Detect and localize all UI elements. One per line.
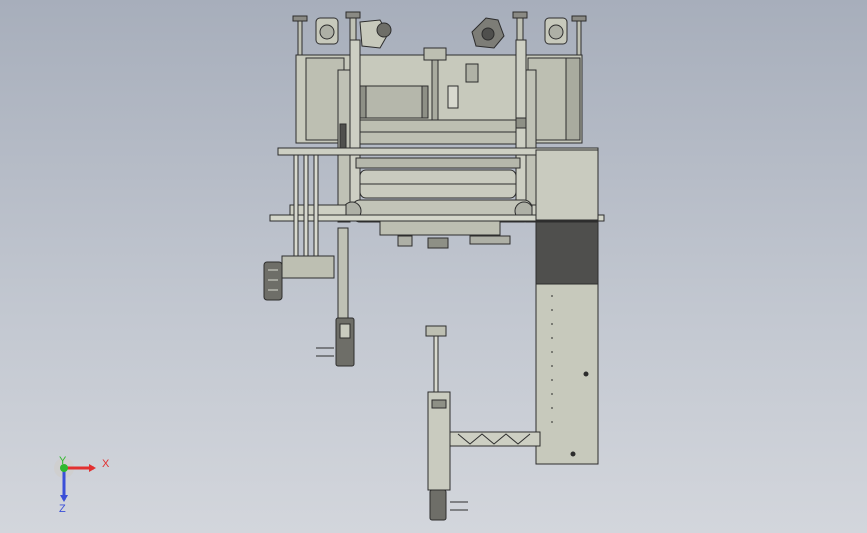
lower-actuator[interactable] <box>425 325 541 521</box>
triad-x-label: X <box>102 458 110 470</box>
triad-y-label: Y <box>59 455 67 467</box>
cad-graphics-viewport[interactable]: X Y Z <box>0 0 867 533</box>
right-column[interactable] <box>535 149 599 465</box>
triad-z-label: Z <box>59 503 66 515</box>
